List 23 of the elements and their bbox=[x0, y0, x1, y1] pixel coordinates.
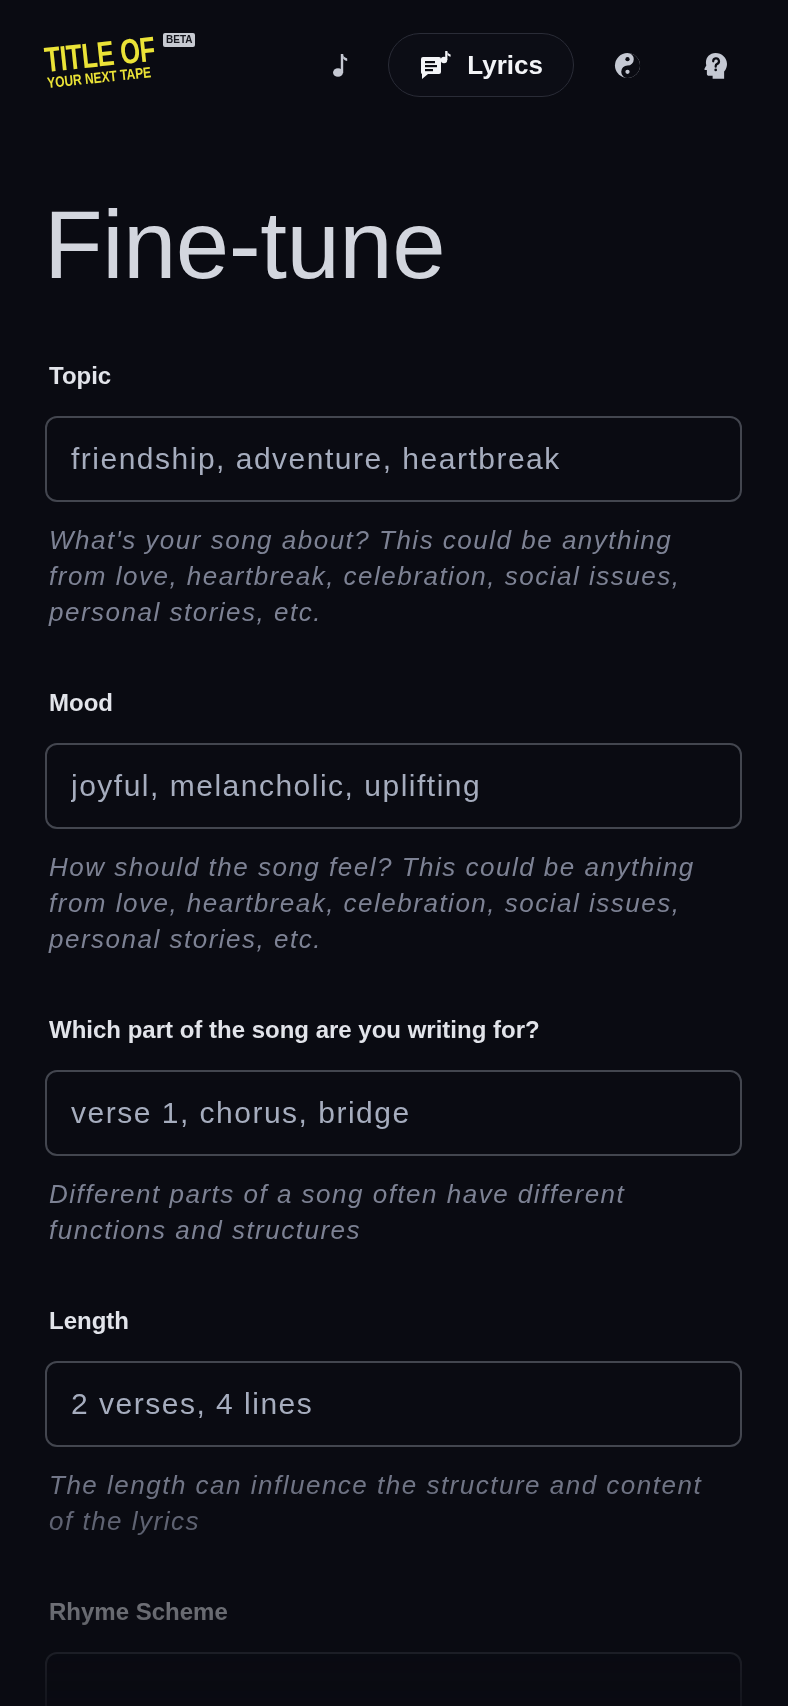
field-label: Mood bbox=[49, 688, 114, 718]
lyrics-note-icon bbox=[420, 50, 452, 80]
nav-tab[interactable] bbox=[332, 53, 349, 77]
yin-yang-icon bbox=[614, 51, 641, 79]
nav-tab[interactable] bbox=[704, 51, 727, 79]
head-question-icon bbox=[704, 51, 727, 79]
field-label: Topic bbox=[49, 361, 113, 391]
help-text: What's your song about? This could be anything from love, heartbreak, celebration, social issues, personal stories, etc. bbox=[49, 524, 682, 629]
nav-tab[interactable] bbox=[614, 51, 641, 79]
help-text: Different parts of a song often have different functions and structures bbox=[49, 1178, 627, 1247]
text-field[interactable]: friendship, adventure, heartbreak bbox=[45, 416, 742, 502]
field-label: Which part of the song are you writing for? bbox=[49, 1015, 541, 1045]
music-note-icon bbox=[332, 53, 349, 77]
field-label: Length bbox=[49, 1306, 130, 1336]
text-field[interactable]: joyful, melancholic, uplifting bbox=[45, 743, 742, 829]
text-field[interactable]: verse 1, chorus, bridge bbox=[45, 1070, 742, 1156]
lyrics-tab[interactable]: Lyrics bbox=[388, 33, 574, 97]
text-field[interactable]: 2 verses, 4 lines bbox=[45, 1361, 742, 1447]
help-text: How should the song feel? This could be anything from love, heartbreak, celebration, social issues, personal stories, etc. bbox=[49, 851, 696, 956]
help-text: The length can influence the structure and content of the lyrics bbox=[49, 1469, 704, 1538]
beta-badge: BETA bbox=[163, 33, 196, 47]
page-title: Fine-tune bbox=[44, 197, 447, 293]
field-label: Rhyme Scheme bbox=[49, 1597, 229, 1627]
